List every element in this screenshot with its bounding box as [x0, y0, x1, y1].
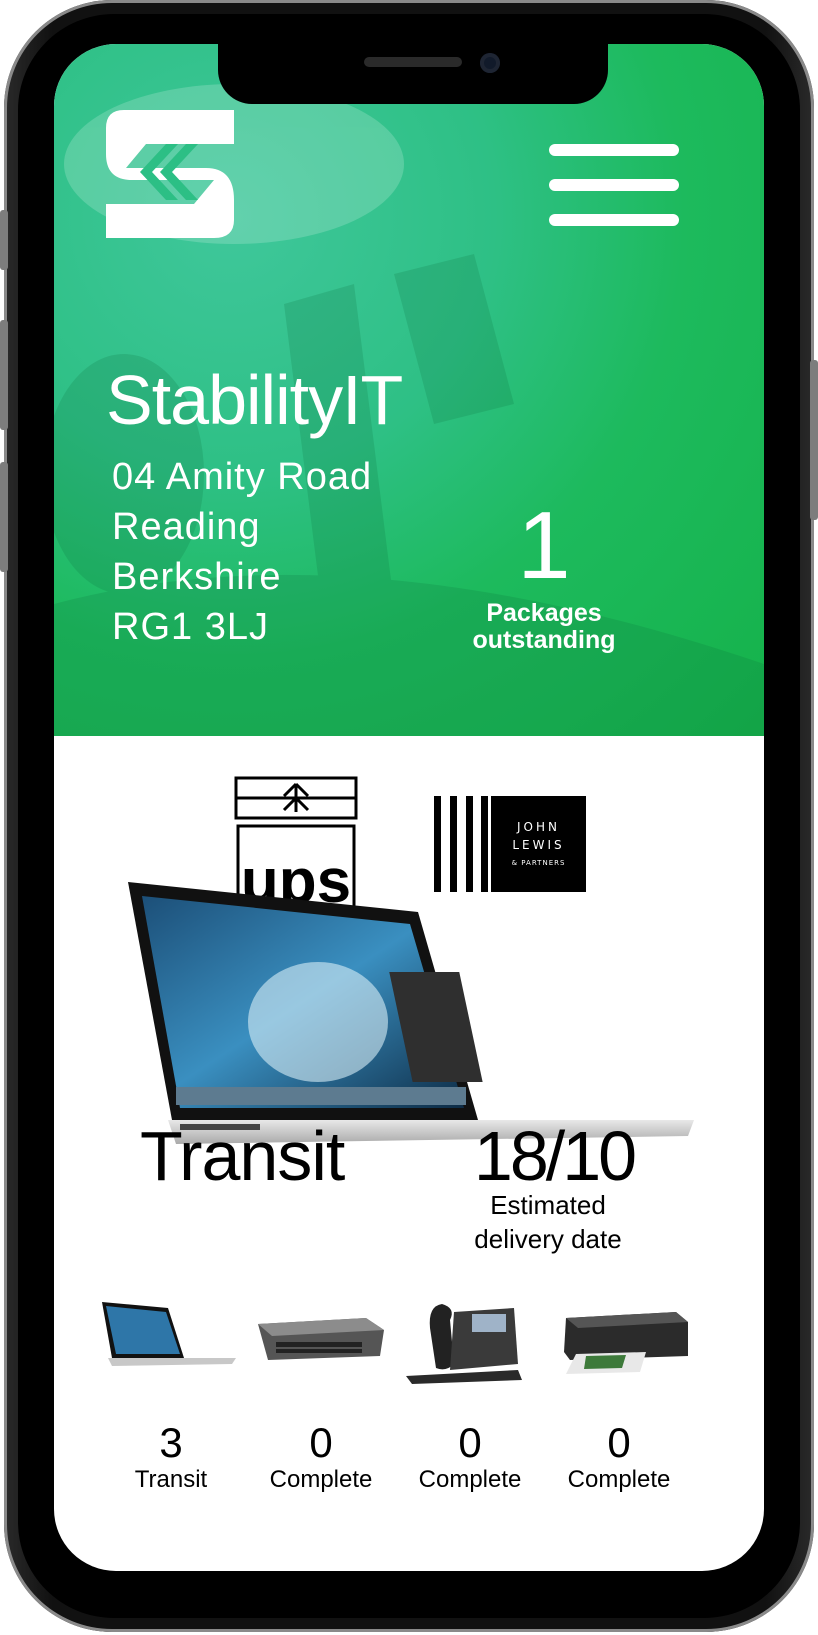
speaker-grille: [364, 57, 462, 67]
shipment-status: Transit: [140, 1117, 345, 1195]
menu-line: [549, 179, 679, 191]
delivery-date: 18/10: [473, 1117, 637, 1195]
packages-label: Packages outstanding: [472, 599, 616, 654]
summary-label: Transit: [134, 1466, 208, 1493]
mute-switch: [0, 210, 8, 270]
summary-label: Complete: [418, 1466, 522, 1493]
summary-count: 3: [159, 1419, 183, 1466]
summary-printer[interactable]: 0 Complete: [544, 1420, 694, 1494]
summary-laptop[interactable]: 3 Transit: [96, 1420, 246, 1494]
summary-count: 0: [309, 1419, 333, 1466]
stabilityit-logo[interactable]: [106, 110, 234, 238]
printer-thumbnail[interactable]: [556, 1298, 696, 1388]
volume-down-button: [0, 462, 8, 572]
delivery-date-label: Estimated delivery date: [474, 1190, 622, 1254]
desk-phone-thumbnail[interactable]: [406, 1298, 546, 1388]
menu-line: [549, 214, 679, 226]
phone-notch: [218, 44, 608, 104]
volume-up-button: [0, 320, 8, 430]
power-button: [810, 360, 818, 520]
company-address: 04 Amity Road Reading Berkshire RG1 3LJ: [112, 452, 372, 652]
camera-icon: [480, 53, 500, 73]
address-line: 04 Amity Road: [112, 456, 373, 498]
hero-banner: StabilityIT 04 Amity Road Reading Berksh…: [54, 44, 764, 736]
address-line: RG1 3LJ: [112, 606, 269, 648]
laptop-thumbnail[interactable]: [98, 1298, 238, 1388]
summary-desk-phone[interactable]: 0 Complete: [395, 1420, 545, 1494]
app-screen: StabilityIT 04 Amity Road Reading Berksh…: [54, 44, 764, 1571]
summary-network-switch[interactable]: 0 Complete: [246, 1420, 396, 1494]
packages-count: 1: [517, 492, 571, 599]
summary-count: 0: [458, 1419, 482, 1466]
address-line: Berkshire: [112, 556, 282, 598]
hamburger-menu-icon[interactable]: [549, 144, 679, 226]
summary-label: Complete: [269, 1466, 373, 1493]
summary-label: Complete: [567, 1466, 671, 1493]
network-switch-thumbnail[interactable]: [254, 1298, 394, 1388]
company-name: StabilityIT: [106, 361, 403, 439]
address-line: Reading: [112, 506, 261, 548]
menu-line: [549, 144, 679, 156]
summary-count: 0: [607, 1419, 631, 1466]
